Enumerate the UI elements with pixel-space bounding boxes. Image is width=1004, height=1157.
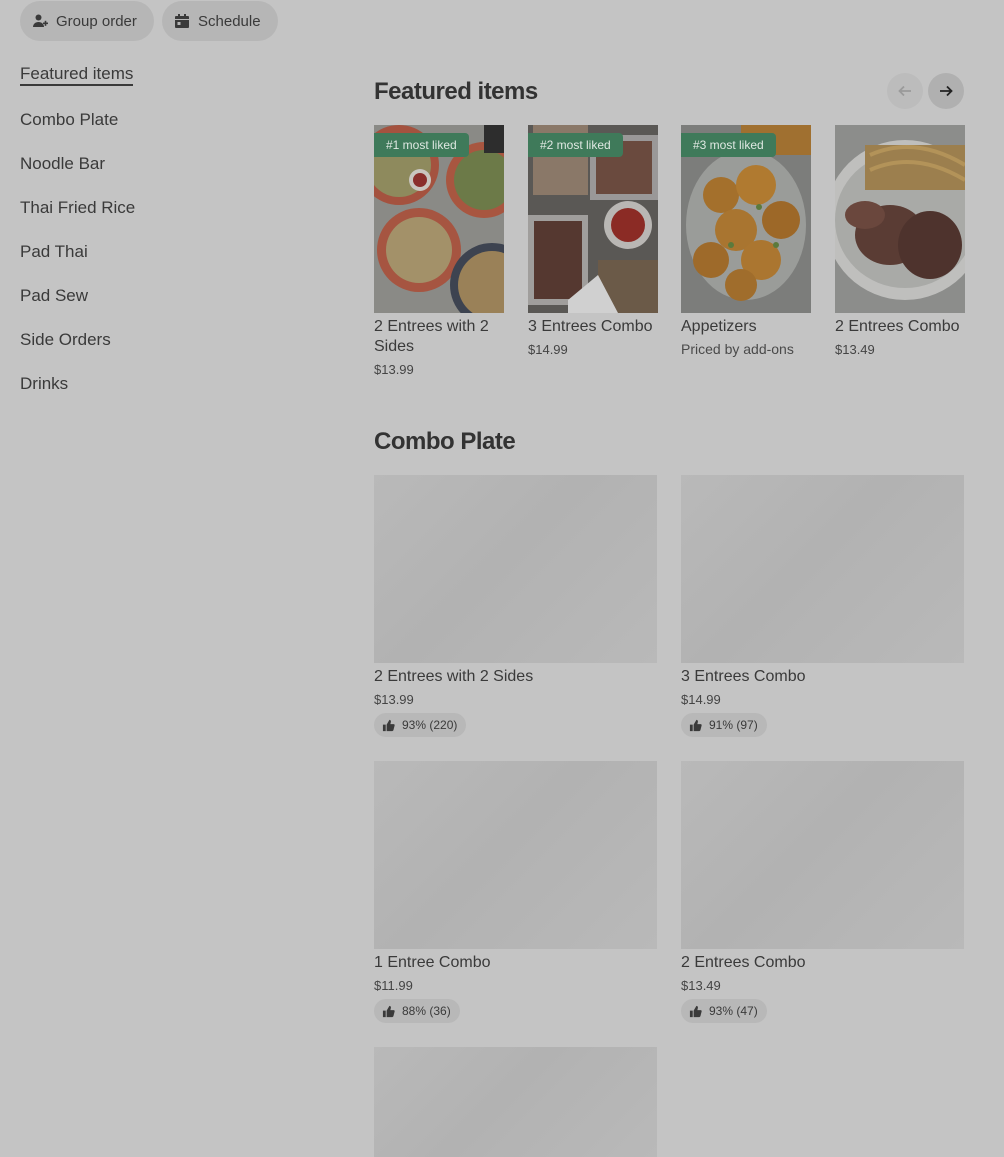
item-price: $13.99 <box>374 362 414 377</box>
rating-text: 91% (97) <box>709 718 758 732</box>
menu-item-card[interactable]: 1 Entree Combo $11.99 88% (36) <box>374 761 657 1023</box>
item-image-placeholder <box>374 1047 657 1157</box>
sidebar-item-label: Pad Sew <box>20 286 89 305</box>
arrow-right-icon <box>940 85 953 97</box>
item-image-placeholder <box>374 475 657 663</box>
most-liked-badge: #2 most liked <box>528 133 623 157</box>
sidebar-item-label: Combo Plate <box>20 110 119 129</box>
menu-item-card[interactable] <box>374 1047 657 1157</box>
food-image: #3 most liked <box>681 125 811 313</box>
thumbs-up-icon <box>689 1005 702 1017</box>
item-image-placeholder <box>681 761 964 949</box>
sidebar-item-combo-plate[interactable]: Combo Plate <box>20 110 118 130</box>
item-image-placeholder <box>374 761 657 949</box>
featured-item-card[interactable]: #3 most liked Appetizers Priced by add-o… <box>681 125 811 357</box>
item-title: Appetizers <box>681 318 757 335</box>
sidebar-item-thai-fried-rice[interactable]: Thai Fried Rice <box>20 198 135 218</box>
menu-item-card[interactable]: 3 Entrees Combo $14.99 91% (97) <box>681 475 964 737</box>
featured-item-card[interactable]: #1 most liked 2 Entrees with 2 Sides $13… <box>374 125 504 377</box>
schedule-button[interactable]: Schedule <box>162 1 278 41</box>
item-price: $14.99 <box>681 692 721 707</box>
item-title: 2 Entrees with 2 Sides <box>374 318 489 355</box>
rating-text: 88% (36) <box>402 1004 451 1018</box>
combo-plate-heading: Combo Plate <box>374 428 516 455</box>
sidebar-item-label: Featured items <box>20 64 134 86</box>
item-title: 3 Entrees Combo <box>681 668 806 685</box>
carousel-next-button[interactable] <box>928 73 964 109</box>
thumbs-up-icon <box>382 1005 395 1017</box>
item-price: $13.49 <box>681 978 721 993</box>
rating-badge: 91% (97) <box>681 713 767 737</box>
arrow-left-icon <box>898 85 911 97</box>
featured-item-card[interactable]: 2 Entrees Combo $13.49 <box>835 125 965 357</box>
sidebar-item-featured-items[interactable]: Featured items <box>20 64 134 86</box>
rating-badge: 88% (36) <box>374 999 460 1023</box>
food-image <box>835 125 965 313</box>
sidebar-item-drinks[interactable]: Drinks <box>20 374 68 394</box>
calendar-icon <box>175 14 189 28</box>
schedule-label: Schedule <box>198 12 261 30</box>
item-subtitle: Priced by add-ons <box>681 341 794 357</box>
item-price: $13.99 <box>374 692 414 707</box>
group-order-button[interactable]: Group order <box>20 1 154 41</box>
rating-text: 93% (47) <box>709 1004 758 1018</box>
rating-badge: 93% (47) <box>681 999 767 1023</box>
sidebar-item-label: Side Orders <box>20 330 111 349</box>
item-price: $14.99 <box>528 342 568 357</box>
rating-text: 93% (220) <box>402 718 458 732</box>
food-image: #2 most liked <box>528 125 658 313</box>
item-image-placeholder <box>681 475 964 663</box>
menu-item-card[interactable]: 2 Entrees Combo $13.49 93% (47) <box>681 761 964 1023</box>
menu-item-card[interactable]: 2 Entrees with 2 Sides $13.99 93% (220) <box>374 475 657 737</box>
add-person-icon <box>33 14 48 27</box>
sidebar-item-pad-thai[interactable]: Pad Thai <box>20 242 88 262</box>
sidebar-item-pad-sew[interactable]: Pad Sew <box>20 286 88 306</box>
featured-items-heading: Featured items <box>374 78 538 105</box>
most-liked-badge: #1 most liked <box>374 133 469 157</box>
item-price: $13.49 <box>835 342 875 357</box>
rating-badge: 93% (220) <box>374 713 467 737</box>
sidebar-item-label: Pad Thai <box>20 242 88 261</box>
sidebar-item-label: Thai Fried Rice <box>20 198 136 217</box>
item-title: 1 Entree Combo <box>374 954 491 971</box>
carousel-prev-button[interactable] <box>887 73 923 109</box>
sidebar-item-noodle-bar[interactable]: Noodle Bar <box>20 154 105 174</box>
item-title: 2 Entrees Combo <box>681 954 806 971</box>
item-title: 2 Entrees with 2 Sides <box>374 668 534 685</box>
group-order-label: Group order <box>56 12 137 30</box>
most-liked-badge: #3 most liked <box>681 133 776 157</box>
item-price: $11.99 <box>374 978 413 993</box>
item-title: 2 Entrees Combo <box>835 318 960 335</box>
item-title: 3 Entrees Combo <box>528 318 653 335</box>
food-image: #1 most liked <box>374 125 504 313</box>
thumbs-up-icon <box>382 719 395 731</box>
sidebar-item-label: Noodle Bar <box>20 154 106 173</box>
sidebar-item-side-orders[interactable]: Side Orders <box>20 330 111 350</box>
featured-item-card[interactable]: #2 most liked 3 Entrees Combo $14.99 <box>528 125 658 357</box>
thumbs-up-icon <box>689 719 702 731</box>
sidebar-item-label: Drinks <box>20 374 69 393</box>
